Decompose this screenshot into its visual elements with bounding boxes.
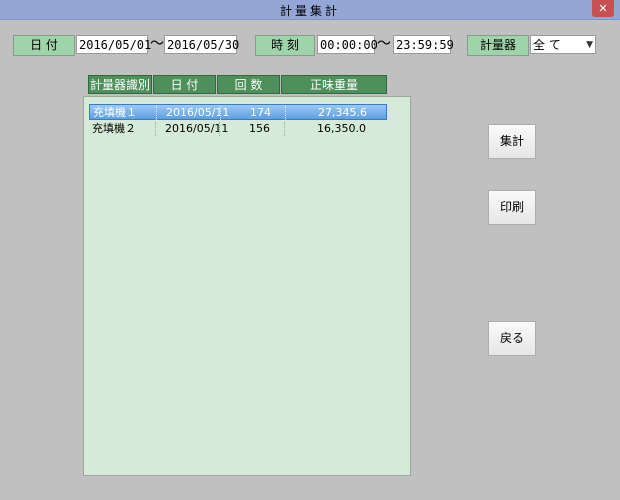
column-header-date: 日 付	[153, 75, 216, 94]
table-row[interactable]: 充填機２ 2016/05/11 156 16,350.0	[89, 121, 387, 137]
scale-select[interactable]: 全 て ▼	[530, 35, 596, 54]
cell-divider	[156, 106, 158, 120]
back-button[interactable]: 戻る	[488, 321, 536, 356]
cell-divider	[219, 122, 221, 136]
time-from-field[interactable]: 00:00:00	[317, 35, 378, 54]
row-count: 174	[250, 106, 271, 119]
aggregate-button[interactable]: 集計	[488, 124, 536, 159]
row-count: 156	[249, 122, 270, 135]
close-icon: ✕	[598, 2, 608, 15]
scale-label: 計量器	[467, 35, 529, 56]
date-range-separator: ～	[150, 36, 164, 52]
date-to-field[interactable]: 2016/05/30	[164, 35, 239, 54]
print-button[interactable]: 印刷	[488, 190, 536, 225]
column-header-net-weight: 正味重量	[281, 75, 387, 94]
cell-divider	[285, 106, 287, 120]
row-scale: 充填機２	[92, 122, 136, 135]
cell-divider	[220, 106, 222, 120]
title-bar: 計量集計 ✕	[0, 0, 620, 20]
time-label: 時 刻	[255, 35, 315, 56]
row-net-weight: 27,345.6	[318, 106, 367, 119]
table-row[interactable]: 充填機１ 2016/05/11 174 27,345.6	[89, 104, 387, 120]
row-scale: 充填機１	[93, 106, 137, 119]
column-header-scale-id: 計量器識別	[88, 75, 152, 94]
date-label: 日 付	[13, 35, 75, 56]
cell-divider	[284, 122, 286, 136]
cell-divider	[155, 122, 157, 136]
date-from-field[interactable]: 2016/05/01	[76, 35, 151, 54]
column-header-count: 回 数	[217, 75, 280, 94]
results-list[interactable]: 充填機１ 2016/05/11 174 27,345.6 充填機２ 2016/0…	[83, 96, 411, 476]
time-range-separator: ～	[377, 36, 391, 52]
close-button[interactable]: ✕	[592, 0, 614, 17]
window-title: 計量集計	[279, 4, 340, 18]
time-to-field[interactable]: 23:59:59	[393, 35, 454, 54]
row-net-weight: 16,350.0	[317, 122, 366, 135]
scale-select-value: 全 て	[533, 38, 561, 52]
chevron-down-icon[interactable]: ▼	[586, 36, 593, 55]
